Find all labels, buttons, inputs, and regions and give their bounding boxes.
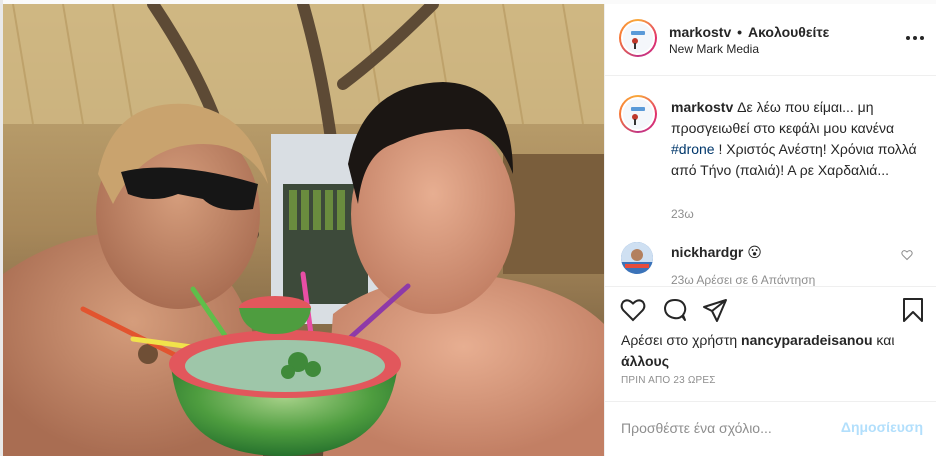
liker-username[interactable]: nancyparadeisanou xyxy=(741,332,873,348)
header-username-line: markostv • Ακολουθείτε xyxy=(669,24,829,40)
commenter-username[interactable]: nickhardgr xyxy=(671,244,743,260)
post-timestamp[interactable]: ΠΡΙΝ ΑΠΟ 23 ΩΡΕΣ xyxy=(621,375,716,386)
likes-connector: και xyxy=(876,332,895,348)
author-avatar-image xyxy=(623,23,653,53)
commenter-avatar[interactable] xyxy=(621,242,653,274)
action-bar xyxy=(605,288,936,332)
likes-prefix: Αρέσει στο χρήστη xyxy=(621,332,738,348)
comment-like-icon[interactable] xyxy=(901,249,913,261)
post-modal: markostv • Ακολουθείτε New Mark Media ma… xyxy=(0,0,936,456)
caption-text: markostv Δε λέω που είμαι... μη προσγειω… xyxy=(671,97,923,181)
comment-emoji: 😮 xyxy=(747,244,762,260)
comment-meta: 23ω Αρέσει σε 6 Απάντηση xyxy=(671,273,816,287)
caption-avatar-image xyxy=(623,99,653,129)
header-subtitle[interactable]: New Mark Media xyxy=(669,42,759,56)
heart-icon[interactable] xyxy=(619,296,647,324)
photo-illustration xyxy=(3,4,604,456)
comment-input[interactable] xyxy=(621,414,841,442)
author-avatar[interactable] xyxy=(619,19,657,57)
comment-icon[interactable] xyxy=(661,296,689,324)
caption-avatar[interactable] xyxy=(619,95,657,133)
header-separator: • xyxy=(737,24,743,40)
caption-time: 23ω xyxy=(671,207,694,221)
commenter-avatar-image xyxy=(621,242,653,274)
more-options-icon[interactable] xyxy=(905,28,925,48)
share-icon[interactable] xyxy=(701,296,729,324)
likes-summary: Αρέσει στο χρήστη nancyparadeisanou και … xyxy=(621,330,921,372)
post-photo[interactable] xyxy=(3,4,604,456)
comments-section: markostv Δε λέω που είμαι... μη προσγειω… xyxy=(605,77,936,287)
caption-username[interactable]: markostv xyxy=(671,99,733,115)
post-header: markostv • Ακολουθείτε New Mark Media xyxy=(605,4,936,76)
likes-others-link[interactable]: άλλους xyxy=(621,353,669,369)
comment-composer: Δημοσίευση xyxy=(605,401,936,456)
post-comment-button[interactable]: Δημοσίευση xyxy=(841,419,923,435)
post-side-panel: markostv • Ακολουθείτε New Mark Media ma… xyxy=(604,4,936,456)
bookmark-icon[interactable] xyxy=(899,296,927,324)
follow-status-button[interactable]: Ακολουθείτε xyxy=(748,24,829,40)
comment-text: nickhardgr 😮 xyxy=(671,244,762,261)
hashtag-link[interactable]: #drone xyxy=(671,141,715,157)
header-username[interactable]: markostv xyxy=(669,24,731,40)
